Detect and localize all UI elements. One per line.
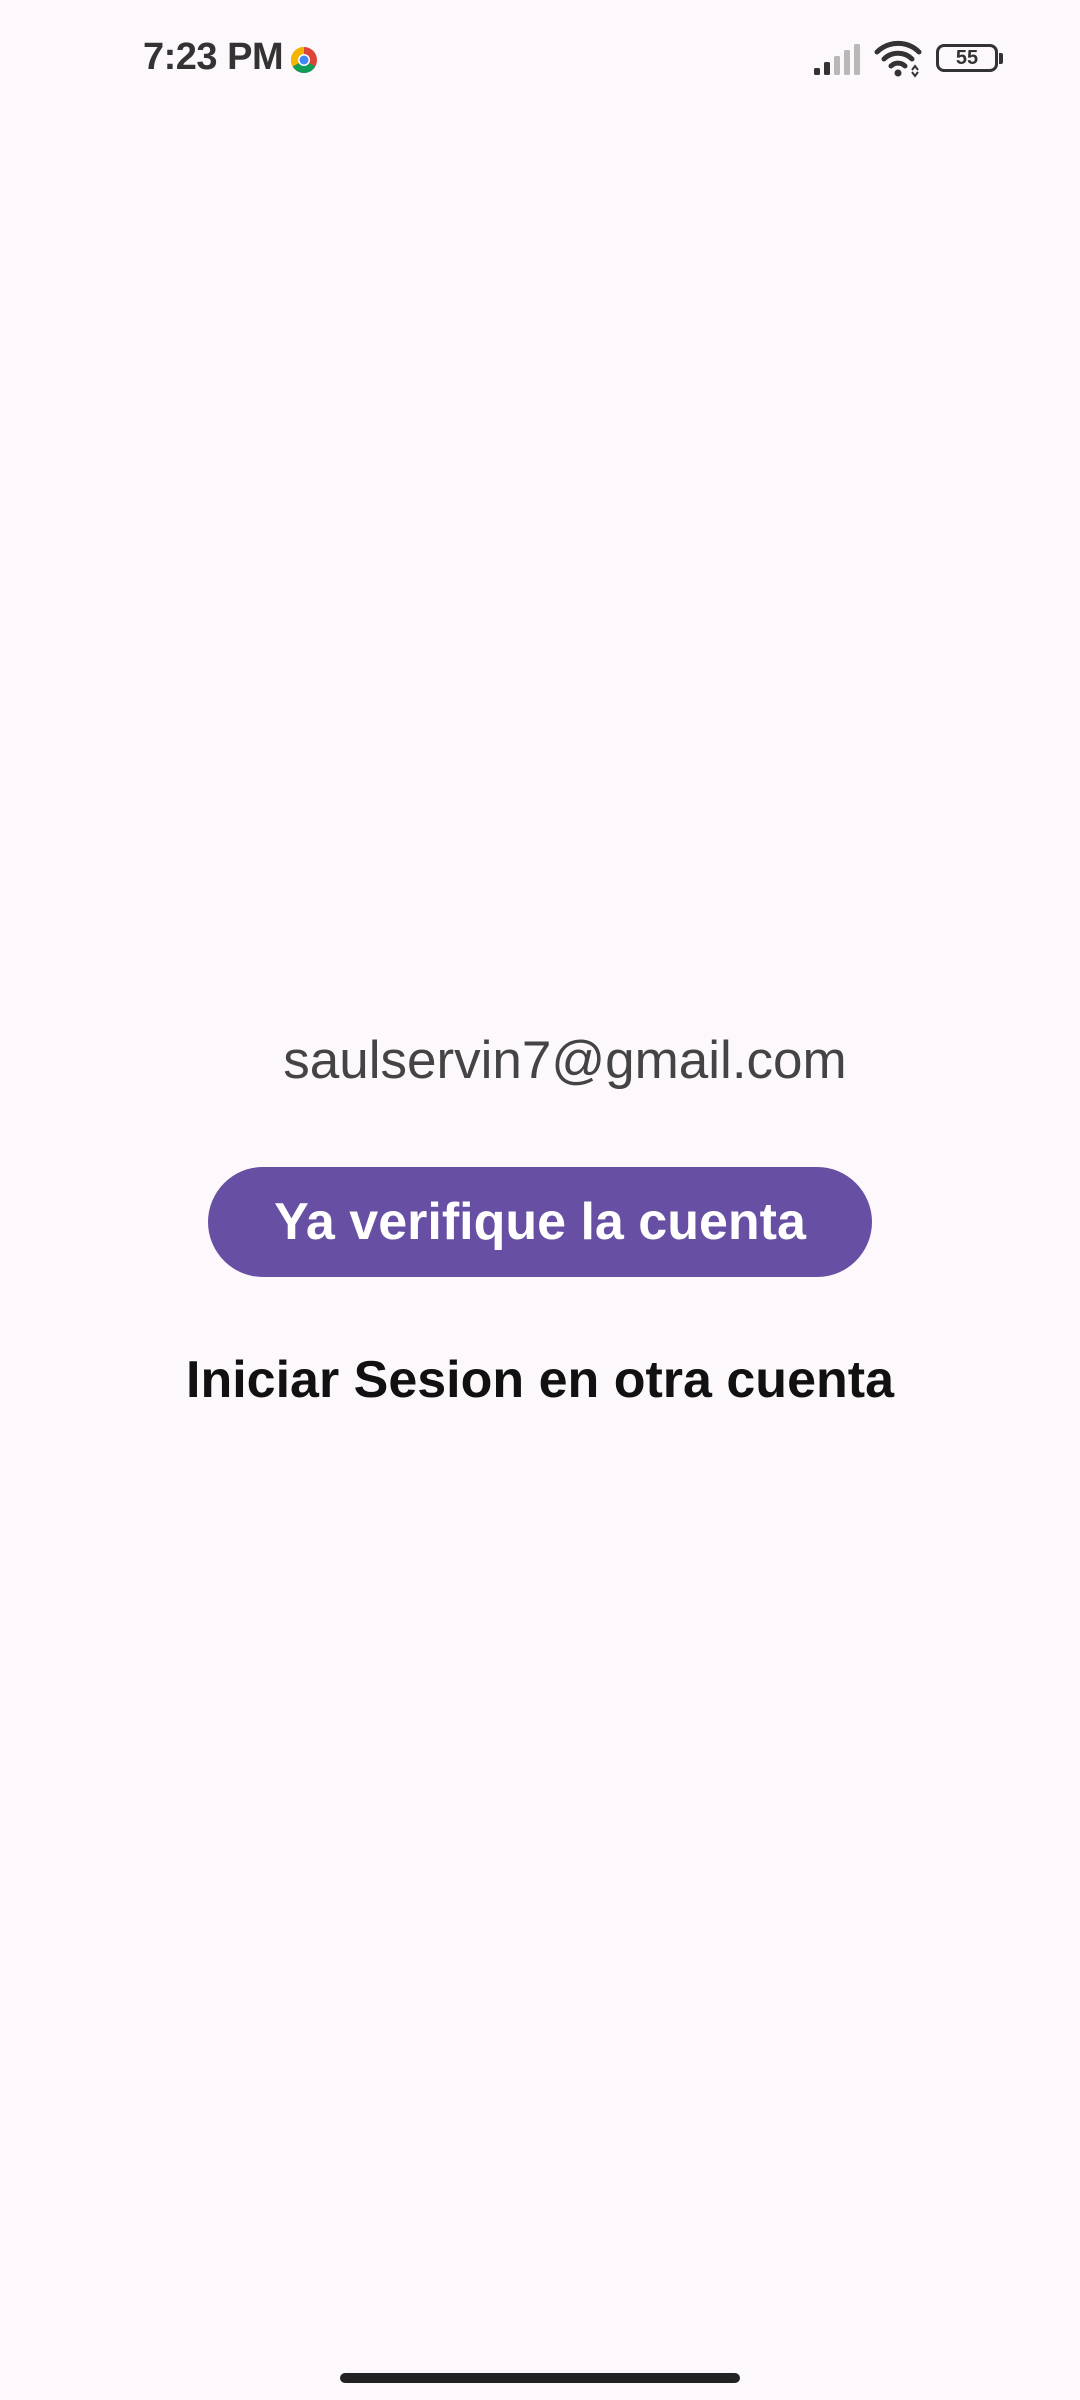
battery-tip (999, 53, 1003, 64)
account-email: saulservin7@gmail.com (283, 1031, 847, 1090)
wifi-icon (874, 40, 922, 78)
verify-account-button[interactable]: Ya verifique la cuenta (208, 1167, 872, 1277)
chrome-icon (290, 47, 317, 74)
battery-body: 55 (936, 44, 998, 72)
home-indicator[interactable] (340, 2373, 740, 2383)
signal-icon (814, 44, 860, 75)
status-bar: 7:23 PM 55 (0, 0, 1080, 120)
status-time: 7:23 PM (143, 36, 284, 78)
battery-icon: 55 (936, 44, 1003, 74)
verification-screen: 7:23 PM 55 saulservin7@gmail.com Ya veri… (0, 0, 1080, 2400)
battery-level: 55 (955, 47, 979, 69)
sign-in-other-account-link[interactable]: Iniciar Sesion en otra cuenta (0, 1350, 1080, 1410)
